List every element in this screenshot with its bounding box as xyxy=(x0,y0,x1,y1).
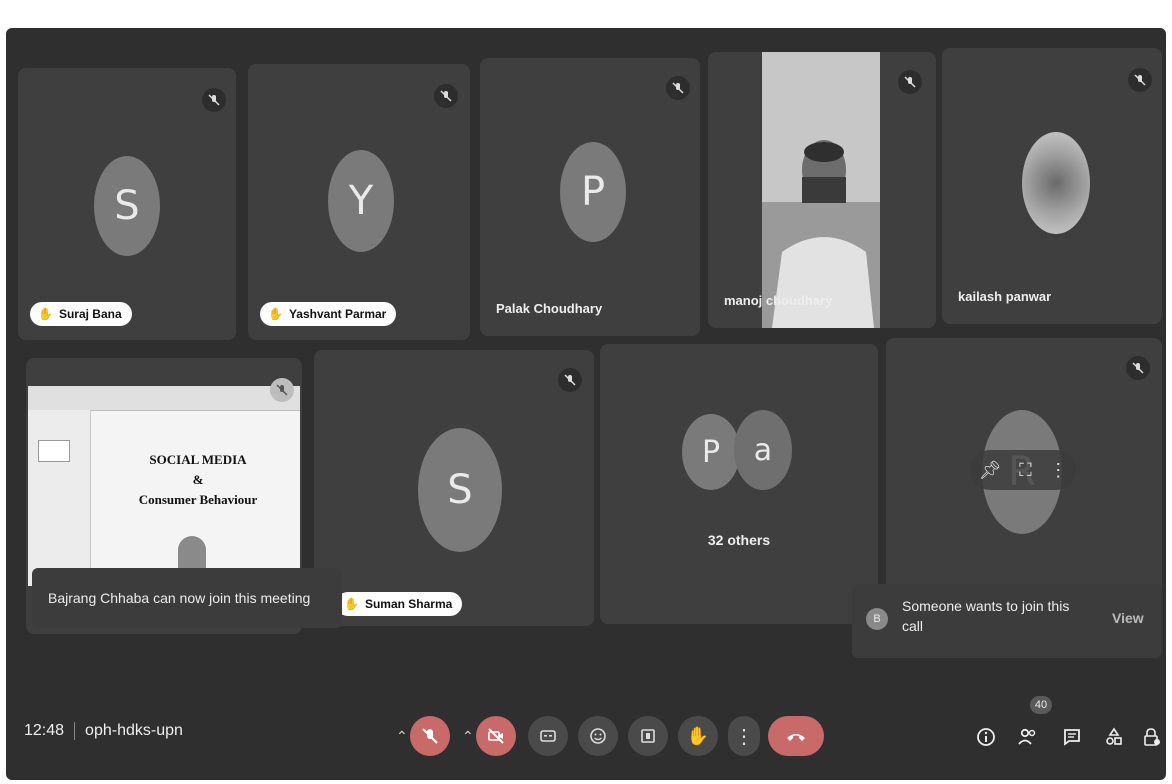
mic-off-icon xyxy=(898,70,922,94)
participant-name: kailash panwar xyxy=(958,289,1052,304)
chat-icon xyxy=(1064,729,1080,746)
hand-icon: ✋ xyxy=(38,307,53,321)
slide-title-line: SOCIAL MEDIA xyxy=(149,452,247,467)
participant-name: Palak Choudhary xyxy=(496,301,603,316)
participant-tile[interactable]: kailash panwar xyxy=(942,48,1162,324)
lock-person-icon xyxy=(1144,728,1160,746)
presentation-slide: SOCIAL MEDIA & Consumer Behaviour xyxy=(28,386,300,586)
others-tile[interactable]: P a 32 others xyxy=(600,344,878,624)
avatar: P xyxy=(560,142,626,242)
chat-button[interactable] xyxy=(1058,723,1086,751)
tile-hover-controls: 📌︎ ⛶ ⋮ xyxy=(970,450,1076,490)
people-icon xyxy=(1018,728,1036,745)
raise-hand-button[interactable]: ✋ xyxy=(678,716,718,756)
mic-off-icon xyxy=(202,88,226,112)
participant-tile[interactable]: R 📌︎ ⛶ ⋮ xyxy=(886,338,1162,622)
camera-off-icon xyxy=(488,728,504,744)
profile-photo-avatar xyxy=(1022,132,1090,234)
participant-tile[interactable]: S ✋ Suraj Bana xyxy=(18,68,236,340)
slide-title-line: Consumer Behaviour xyxy=(138,492,258,507)
fullscreen-icon[interactable]: ⛶ xyxy=(1019,460,1032,481)
mic-off-icon xyxy=(422,728,438,744)
activities-shapes-icon xyxy=(1106,727,1122,745)
others-count: 32 others xyxy=(707,532,771,548)
info-icon xyxy=(977,728,995,746)
more-options-button[interactable]: ⋮ xyxy=(728,716,760,756)
captions-button[interactable] xyxy=(528,716,568,756)
participant-name: manoj choudhary xyxy=(724,293,833,308)
join-notice-toast: Bajrang Chhaba can now join this meeting xyxy=(32,568,342,628)
people-button[interactable] xyxy=(1014,723,1042,751)
meeting-details-button[interactable] xyxy=(972,723,1000,751)
leave-call-button[interactable] xyxy=(768,716,824,756)
request-text: Someone wants to join this call xyxy=(902,598,1070,634)
hand-icon: ✋ xyxy=(344,597,359,611)
participant-name: Suman Sharma xyxy=(364,597,453,611)
avatar: Y xyxy=(328,150,394,252)
clock-time: 12:48 xyxy=(24,722,65,739)
avatar: S xyxy=(418,428,502,552)
mic-off-icon xyxy=(434,84,458,108)
present-screen-icon xyxy=(641,729,655,743)
slide-title-line: & xyxy=(192,472,204,487)
present-button[interactable] xyxy=(628,716,668,756)
avatar: P xyxy=(682,414,740,490)
camera-toggle-button[interactable] xyxy=(476,716,516,756)
meeting-code: oph-hdks-upn xyxy=(85,722,183,739)
meeting-info: 12:48 oph-hdks-upn xyxy=(24,722,183,740)
pin-icon[interactable]: 📌︎ xyxy=(979,460,1002,481)
captions-icon xyxy=(540,730,556,742)
slide-thumbnail xyxy=(38,440,70,462)
toast-text: Bajrang Chhaba can now join this meeting xyxy=(48,590,311,606)
video-feed xyxy=(762,52,880,328)
mic-off-icon xyxy=(666,76,690,100)
more-vert-icon: ⋮ xyxy=(734,725,754,748)
camera-options-caret-icon[interactable]: ⌃ xyxy=(462,728,474,745)
hand-icon: ✋ xyxy=(686,725,710,746)
mic-toggle-button[interactable] xyxy=(410,716,450,756)
mic-off-icon xyxy=(270,378,294,402)
activities-button[interactable] xyxy=(1100,723,1128,751)
slide-thumbnail-panel xyxy=(28,410,91,586)
host-controls-button[interactable] xyxy=(1138,723,1166,751)
reactions-button[interactable] xyxy=(578,716,618,756)
mic-off-icon xyxy=(1128,68,1152,92)
join-request-toast[interactable]: B Someone wants to join this call View xyxy=(852,584,1162,658)
people-count-badge: 40 xyxy=(1030,696,1052,714)
participant-name: Yashvant Parmar xyxy=(288,307,387,321)
mic-off-icon xyxy=(1126,356,1150,380)
participant-name-pill: ✋ Suman Sharma xyxy=(336,592,463,616)
participant-name: Suraj Bana xyxy=(58,307,122,321)
avatar: a xyxy=(734,410,792,490)
more-options-icon[interactable]: ⋮ xyxy=(1049,460,1067,481)
participant-name-pill: ✋ Suraj Bana xyxy=(30,302,132,326)
mic-off-icon xyxy=(558,368,582,392)
slide-toolbar xyxy=(28,386,300,411)
requester-avatar: B xyxy=(866,608,888,630)
participant-tile[interactable]: Y ✋ Yashvant Parmar xyxy=(248,64,470,340)
participant-tile[interactable]: manoj choudhary xyxy=(708,52,936,328)
divider xyxy=(74,722,76,740)
participant-name-pill: ✋ Yashvant Parmar xyxy=(260,302,397,326)
end-call-icon xyxy=(787,734,805,741)
participant-tile[interactable]: P Palak Choudhary xyxy=(480,58,700,336)
participant-tile[interactable]: S ✋ Suman Sharma xyxy=(314,350,594,626)
meeting-window: S ✋ Suraj Bana Y ✋ Yashvant Parmar P Pal… xyxy=(6,28,1166,780)
mic-options-caret-icon[interactable]: ⌃ xyxy=(396,728,408,745)
view-button[interactable]: View xyxy=(1112,610,1144,626)
emoji-icon xyxy=(590,728,606,744)
avatar: S xyxy=(94,156,160,256)
hand-icon: ✋ xyxy=(268,307,283,321)
